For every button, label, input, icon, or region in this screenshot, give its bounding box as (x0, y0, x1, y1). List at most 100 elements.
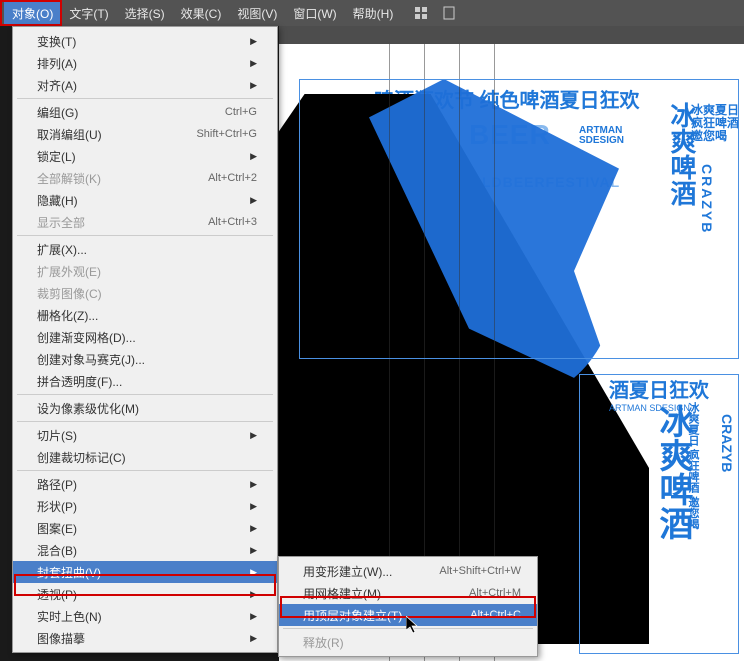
submenu-item-label: 释放(R) (303, 634, 344, 651)
menu-item[interactable]: 编组(G) Ctrl+G (13, 101, 277, 123)
submenu-arrow-icon: ▶ (250, 501, 257, 512)
submenu-arrow-icon: ▶ (250, 80, 257, 91)
submenu-arrow-icon: ▶ (250, 567, 257, 578)
menu-shortcut: Shift+Ctrl+G (196, 128, 257, 140)
menu-item[interactable]: 拼合透明度(F)... (13, 370, 277, 392)
menu-item[interactable]: 锁定(L) ▶ (13, 145, 277, 167)
menu-item[interactable]: 隐藏(H) ▶ (13, 189, 277, 211)
menu-item-label: 图案(E) (37, 520, 77, 537)
selection-outline (579, 374, 739, 654)
menu-item[interactable]: 透视(P) ▶ (13, 583, 277, 605)
menu-item-label: 编组(G) (37, 104, 78, 121)
submenu-item[interactable]: 用网格建立(M)... Alt+Ctrl+M (279, 582, 537, 604)
menu-shortcut: Alt+Ctrl+C (470, 609, 521, 621)
menu-item: 全部解锁(K) Alt+Ctrl+2 (13, 167, 277, 189)
doc-icon[interactable] (439, 3, 459, 23)
menu-shortcut: Alt+Ctrl+2 (208, 172, 257, 184)
menu-item-label: 图像描摹 (37, 630, 85, 647)
menu-item-label: 创建对象马赛克(J)... (37, 351, 145, 368)
submenu-arrow-icon: ▶ (250, 151, 257, 162)
menu-item-label: 混合(B) (37, 542, 77, 559)
menu-item-label: 路径(P) (37, 476, 77, 493)
submenu-arrow-icon: ▶ (250, 523, 257, 534)
menu-item-label: 切片(S) (37, 427, 77, 444)
menu-item[interactable]: 创建渐变网格(D)... (13, 326, 277, 348)
menu-object[interactable]: 对象(O) (4, 1, 61, 26)
menu-item-label: 全部解锁(K) (37, 170, 101, 187)
menubar: 对象(O) 文字(T) 选择(S) 效果(C) 视图(V) 窗口(W) 帮助(H… (0, 0, 744, 26)
menu-item[interactable]: 混合(B) ▶ (13, 539, 277, 561)
menu-item: 裁剪图像(C) (13, 282, 277, 304)
submenu-item-label: 用网格建立(M)... (303, 585, 391, 602)
menu-item-label: 裁剪图像(C) (37, 285, 102, 302)
menu-item-label: 封套扭曲(V) (37, 564, 101, 581)
toolbar-icons (411, 3, 459, 23)
menu-separator (17, 421, 273, 422)
menu-item: 扩展外观(E) (13, 260, 277, 282)
menu-item-label: 设为像素级优化(M) (37, 400, 139, 417)
submenu-arrow-icon: ▶ (250, 545, 257, 556)
menu-item[interactable]: 封套扭曲(V) ▶ (13, 561, 277, 583)
menu-item: 显示全部 Alt+Ctrl+3 (13, 211, 277, 233)
menu-item-label: 透视(P) (37, 586, 77, 603)
submenu-arrow-icon: ▶ (250, 611, 257, 622)
menu-separator (17, 98, 273, 99)
submenu-arrow-icon: ▶ (250, 430, 257, 441)
submenu-arrow-icon: ▶ (250, 195, 257, 206)
menu-select[interactable]: 选择(S) (117, 1, 173, 26)
menu-window[interactable]: 窗口(W) (285, 1, 344, 26)
menu-item[interactable]: 创建对象马赛克(J)... (13, 348, 277, 370)
menu-shortcut: Alt+Shift+Ctrl+W (439, 565, 521, 577)
submenu-item[interactable]: 用变形建立(W)... Alt+Shift+Ctrl+W (279, 560, 537, 582)
submenu-item-label: 用变形建立(W)... (303, 563, 392, 580)
menu-item-label: 创建渐变网格(D)... (37, 329, 136, 346)
menu-item[interactable]: 变换(T) ▶ (13, 30, 277, 52)
menu-item-label: 锁定(L) (37, 148, 76, 165)
menu-shortcut: Alt+Ctrl+M (469, 587, 521, 599)
menu-shortcut: Ctrl+G (225, 106, 257, 118)
submenu-item-label: 用顶层对象建立(T) (303, 607, 402, 624)
menu-shortcut: Alt+Ctrl+3 (208, 216, 257, 228)
menu-item-label: 显示全部 (37, 214, 85, 231)
menu-item[interactable]: 实时上色(N) ▶ (13, 605, 277, 627)
menu-text[interactable]: 文字(T) (61, 1, 116, 26)
menu-item-label: 实时上色(N) (37, 608, 102, 625)
menu-item-label: 隐藏(H) (37, 192, 78, 209)
submenu-arrow-icon: ▶ (250, 589, 257, 600)
cursor-icon (406, 616, 422, 641)
menu-view[interactable]: 视图(V) (229, 1, 285, 26)
menu-item[interactable]: 图像描摹 ▶ (13, 627, 277, 649)
menu-separator (17, 235, 273, 236)
menu-item[interactable]: 扩展(X)... (13, 238, 277, 260)
envelope-distort-submenu: 用变形建立(W)... Alt+Shift+Ctrl+W 用网格建立(M)... Al… (278, 556, 538, 657)
menu-item[interactable]: 形状(P) ▶ (13, 495, 277, 517)
menu-item[interactable]: 设为像素级优化(M) (13, 397, 277, 419)
submenu-arrow-icon: ▶ (250, 633, 257, 644)
menu-item[interactable]: 栅格化(Z)... (13, 304, 277, 326)
menu-separator (17, 470, 273, 471)
menu-item-label: 对齐(A) (37, 77, 77, 94)
submenu-arrow-icon: ▶ (250, 479, 257, 490)
menu-item-label: 扩展(X)... (37, 241, 87, 258)
menu-item-label: 栅格化(Z)... (37, 307, 98, 324)
menu-item-label: 变换(T) (37, 33, 76, 50)
menu-item[interactable]: 对齐(A) ▶ (13, 74, 277, 96)
menu-help[interactable]: 帮助(H) (345, 1, 402, 26)
submenu-arrow-icon: ▶ (250, 58, 257, 69)
menu-item-label: 扩展外观(E) (37, 263, 101, 280)
menu-item[interactable]: 排列(A)▶ (13, 52, 277, 74)
menu-item[interactable]: 路径(P) ▶ (13, 473, 277, 495)
grid-icon[interactable] (411, 3, 431, 23)
menu-effect[interactable]: 效果(C) (173, 1, 230, 26)
menu-item-label: 取消编组(U) (37, 126, 102, 143)
menu-item[interactable]: 创建裁切标记(C) (13, 446, 277, 468)
menu-item[interactable]: 切片(S) ▶ (13, 424, 277, 446)
selection-outline (299, 79, 739, 359)
submenu-arrow-icon: ▶ (250, 36, 257, 47)
menu-item-label: 形状(P) (37, 498, 77, 515)
menu-item[interactable]: 取消编组(U) Shift+Ctrl+G (13, 123, 277, 145)
menu-item[interactable]: 图案(E) ▶ (13, 517, 277, 539)
menu-item-label: 拼合透明度(F)... (37, 373, 122, 390)
menu-separator (17, 394, 273, 395)
menu-item-label: 创建裁切标记(C) (37, 449, 126, 466)
